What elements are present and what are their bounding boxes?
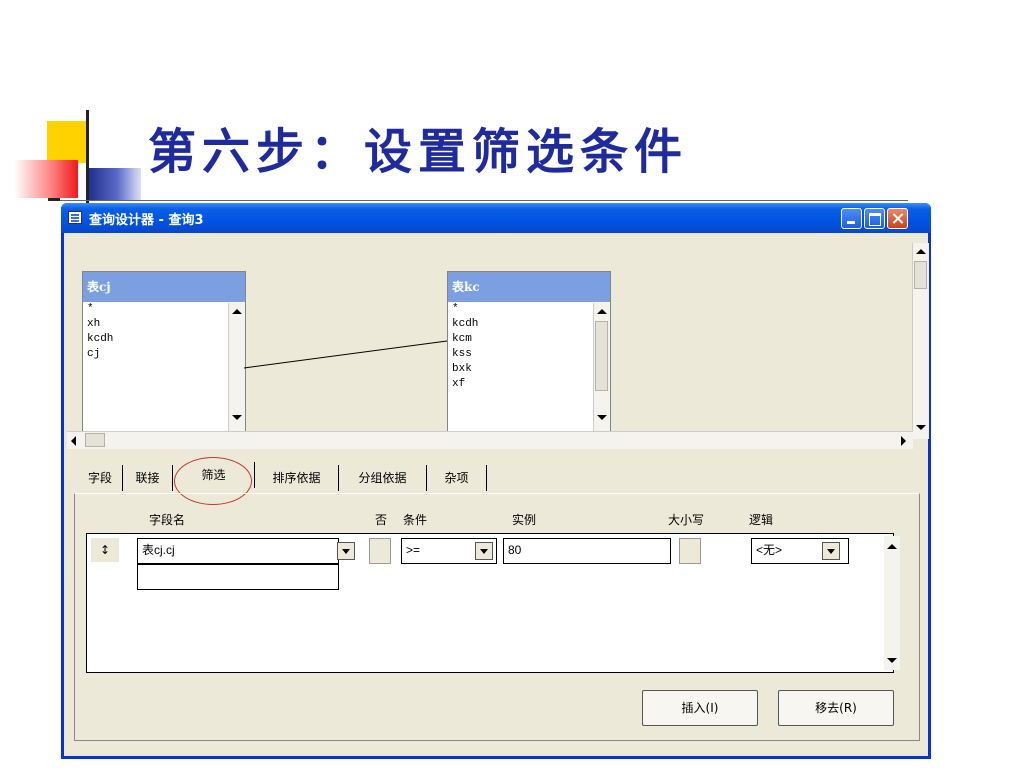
query-designer-icon bbox=[68, 211, 82, 224]
remove-button[interactable]: 移去(R) bbox=[778, 690, 894, 726]
header-not: 否 bbox=[375, 513, 388, 527]
table-cj-field[interactable]: xh bbox=[83, 317, 245, 332]
header-case: 大小写 bbox=[668, 513, 705, 527]
field-name-select[interactable]: 表cj.cj bbox=[137, 538, 339, 564]
table-kc-scrollbar[interactable] bbox=[593, 303, 610, 438]
slide-title: 第六步：设置筛选条件 bbox=[148, 124, 689, 180]
case-checkbox[interactable] bbox=[679, 538, 701, 564]
table-kc-field[interactable]: kss bbox=[448, 347, 610, 362]
query-designer-window: 查询设计器 - 查询3 表cj * xh kcdh cj 表kc * kcdh … bbox=[61, 203, 931, 759]
tab-group-by[interactable]: 分组依据 bbox=[339, 465, 427, 491]
filter-grid: ↕ 表cj.cj >= 80 <无> bbox=[86, 533, 894, 673]
table-cj-field[interactable]: * bbox=[83, 302, 245, 317]
scroll-thumb[interactable] bbox=[595, 321, 608, 391]
not-checkbox[interactable] bbox=[369, 538, 391, 564]
example-input[interactable]: 80 bbox=[503, 538, 671, 564]
scroll-right-icon[interactable] bbox=[901, 436, 906, 446]
window-title: 查询设计器 - 查询3 bbox=[89, 213, 204, 228]
header-condition: 条件 bbox=[403, 513, 428, 527]
diagram-vertical-scrollbar[interactable] bbox=[912, 243, 929, 439]
title-bar[interactable]: 查询设计器 - 查询3 bbox=[61, 203, 931, 233]
row-move-icon[interactable]: ↕ bbox=[91, 538, 119, 562]
filter-grid-scrollbar[interactable] bbox=[884, 536, 900, 670]
table-cj-field[interactable]: kcdh bbox=[83, 332, 245, 347]
scroll-up-icon[interactable] bbox=[887, 544, 897, 549]
decor-yellow-square bbox=[47, 121, 89, 163]
decor-blue-gradient bbox=[89, 168, 141, 200]
table-cj-field[interactable]: cj bbox=[83, 347, 245, 362]
tab-join[interactable]: 联接 bbox=[123, 465, 173, 491]
insert-button[interactable]: 插入(I) bbox=[642, 690, 758, 726]
table-kc-field[interactable]: kcdh bbox=[448, 317, 610, 332]
table-kc-field[interactable]: bxk bbox=[448, 362, 610, 377]
decor-horizontal-line bbox=[48, 200, 908, 201]
join-line bbox=[244, 340, 448, 369]
table-kc-field[interactable]: * bbox=[448, 302, 610, 317]
tab-fields[interactable]: 字段 bbox=[78, 465, 123, 491]
minimize-button[interactable] bbox=[841, 208, 862, 229]
tab-order-by[interactable]: 排序依据 bbox=[255, 465, 339, 491]
scroll-thumb[interactable] bbox=[85, 433, 105, 447]
decor-red-gradient bbox=[14, 160, 78, 198]
diagram-horizontal-scrollbar[interactable] bbox=[67, 431, 913, 449]
logic-dropdown-icon[interactable] bbox=[822, 542, 840, 560]
table-kc-header[interactable]: 表kc bbox=[448, 272, 610, 302]
scroll-left-icon[interactable] bbox=[71, 436, 76, 446]
scroll-up-icon[interactable] bbox=[597, 309, 607, 314]
scroll-thumb[interactable] bbox=[914, 261, 927, 289]
decor-dash bbox=[48, 198, 60, 201]
close-button[interactable] bbox=[887, 208, 908, 229]
scroll-down-icon[interactable] bbox=[916, 425, 926, 430]
scroll-up-icon[interactable] bbox=[232, 309, 242, 314]
table-kc-box[interactable]: 表kc * kcdh kcm kss bxk xf bbox=[447, 271, 611, 439]
table-diagram-area: 表cj * xh kcdh cj 表kc * kcdh kcm kss bxk … bbox=[64, 233, 928, 439]
tab-misc[interactable]: 杂项 bbox=[427, 465, 487, 491]
scroll-down-icon[interactable] bbox=[232, 415, 242, 420]
table-cj-box[interactable]: 表cj * xh kcdh cj bbox=[82, 271, 246, 439]
scroll-up-icon[interactable] bbox=[916, 249, 926, 254]
scroll-down-icon[interactable] bbox=[887, 658, 897, 663]
scroll-down-icon[interactable] bbox=[597, 415, 607, 420]
field-name-new-row[interactable] bbox=[137, 564, 339, 590]
header-logic: 逻辑 bbox=[749, 513, 774, 527]
field-dropdown-icon[interactable] bbox=[337, 542, 355, 560]
maximize-button[interactable] bbox=[864, 208, 885, 229]
condition-dropdown-icon[interactable] bbox=[475, 542, 493, 560]
table-cj-scrollbar[interactable] bbox=[228, 303, 245, 438]
header-field-name: 字段名 bbox=[149, 513, 186, 527]
table-cj-header[interactable]: 表cj bbox=[83, 272, 245, 302]
table-kc-field[interactable]: xf bbox=[448, 377, 610, 392]
header-example: 实例 bbox=[512, 513, 537, 527]
decor-vertical-line bbox=[86, 110, 89, 210]
table-kc-field[interactable]: kcm bbox=[448, 332, 610, 347]
